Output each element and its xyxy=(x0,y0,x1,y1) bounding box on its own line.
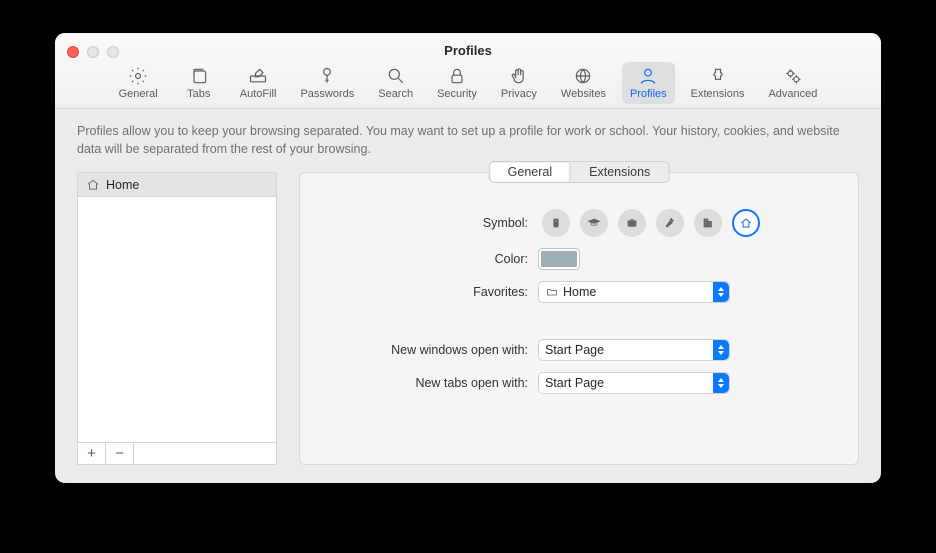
globe-icon xyxy=(571,65,595,87)
symbol-picker xyxy=(542,209,760,237)
lock-icon xyxy=(445,65,469,87)
color-label: Color: xyxy=(318,252,528,266)
profiles-list-footer: + − xyxy=(77,443,277,465)
new-tabs-select[interactable]: Start Page xyxy=(538,372,730,394)
new-windows-label: New windows open with: xyxy=(318,343,528,357)
tabs-icon xyxy=(187,65,211,87)
profile-list-item[interactable]: Home xyxy=(78,173,276,197)
panels: Home + − General Extensions Symbol: xyxy=(77,172,859,465)
titlebar: Profiles General Tabs AutoFill xyxy=(55,33,881,109)
symbol-home[interactable] xyxy=(732,209,760,237)
select-stepper-icon xyxy=(713,340,729,360)
symbol-label: Symbol: xyxy=(318,216,528,230)
folder-icon xyxy=(545,285,559,299)
preferences-window: Profiles General Tabs AutoFill xyxy=(55,33,881,483)
new-windows-value: Start Page xyxy=(545,343,604,357)
new-tabs-label: New tabs open with: xyxy=(318,376,528,390)
toolbar-privacy[interactable]: Privacy xyxy=(493,62,545,104)
select-stepper-icon xyxy=(713,373,729,393)
toolbar-general[interactable]: General xyxy=(111,62,166,104)
new-windows-select[interactable]: Start Page xyxy=(538,339,730,361)
key-icon xyxy=(315,65,339,87)
toolbar-passwords[interactable]: Passwords xyxy=(292,62,362,104)
symbol-briefcase[interactable] xyxy=(618,209,646,237)
toolbar-security[interactable]: Security xyxy=(429,62,485,104)
symbol-hammer[interactable] xyxy=(656,209,684,237)
segment-extensions[interactable]: Extensions xyxy=(571,162,668,182)
symbol-badge[interactable] xyxy=(542,209,570,237)
profile-settings-panel: General Extensions Symbol: xyxy=(299,172,859,465)
select-stepper-icon xyxy=(713,282,729,302)
pencil-field-icon xyxy=(246,65,270,87)
profile-form: Symbol: Color: xyxy=(300,209,858,394)
new-tabs-value: Start Page xyxy=(545,376,604,390)
hand-icon xyxy=(507,65,531,87)
segmented-control: General Extensions xyxy=(489,161,670,183)
search-icon xyxy=(384,65,408,87)
color-swatch[interactable] xyxy=(538,248,580,270)
house-icon xyxy=(86,178,100,192)
remove-profile-button[interactable]: − xyxy=(106,443,134,464)
add-profile-button[interactable]: + xyxy=(78,443,106,464)
toolbar-websites[interactable]: Websites xyxy=(553,62,614,104)
toolbar-advanced[interactable]: Advanced xyxy=(760,62,825,104)
symbol-building[interactable] xyxy=(694,209,722,237)
puzzle-icon xyxy=(706,65,730,87)
segment-general[interactable]: General xyxy=(490,162,571,182)
gear-icon xyxy=(126,65,150,87)
gears-icon xyxy=(781,65,805,87)
profiles-sidebar: Home + − xyxy=(77,172,277,465)
favorites-label: Favorites: xyxy=(318,285,528,299)
toolbar-profiles[interactable]: Profiles xyxy=(622,62,675,104)
toolbar-search[interactable]: Search xyxy=(370,62,421,104)
person-icon xyxy=(636,65,660,87)
favorites-value: Home xyxy=(563,285,596,299)
window-title: Profiles xyxy=(55,43,881,58)
preferences-toolbar: General Tabs AutoFill Passwords xyxy=(55,62,881,104)
profiles-description: Profiles allow you to keep your browsing… xyxy=(77,123,859,158)
favorites-select[interactable]: Home xyxy=(538,281,730,303)
toolbar-autofill[interactable]: AutoFill xyxy=(232,62,285,104)
toolbar-tabs[interactable]: Tabs xyxy=(174,62,224,104)
toolbar-extensions[interactable]: Extensions xyxy=(683,62,753,104)
profile-item-label: Home xyxy=(106,178,139,192)
symbol-graduation[interactable] xyxy=(580,209,608,237)
profiles-list[interactable]: Home xyxy=(77,172,277,443)
content-area: Profiles allow you to keep your browsing… xyxy=(55,109,881,483)
